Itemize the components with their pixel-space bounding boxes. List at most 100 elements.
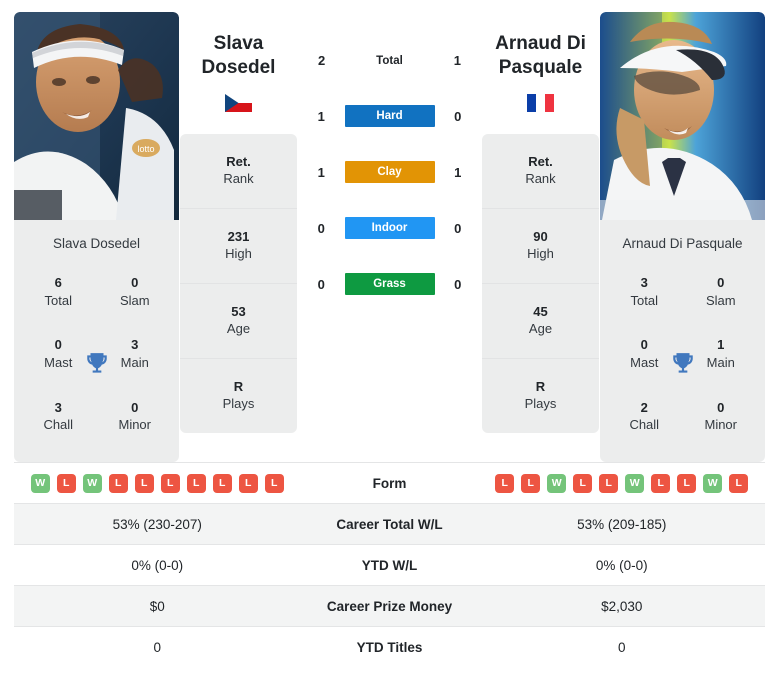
right-rank-value: Ret.	[528, 153, 553, 169]
right-age-label: Age	[528, 321, 553, 337]
left-career-prize-money: $0	[149, 598, 165, 614]
left-high-cell: 231 High	[180, 209, 297, 284]
right-form-badge-loss[interactable]: L	[599, 473, 619, 493]
right-form-badge-win[interactable]: W	[625, 473, 645, 493]
left-ytd-titles: 0	[153, 640, 161, 655]
right-player-name-line2[interactable]: Pasquale	[482, 56, 599, 80]
left-title-minor-value: 0	[131, 399, 139, 415]
h2h-total-label: Total	[376, 55, 403, 67]
right-title-minor-value: 0	[717, 399, 725, 415]
h2h-indoor-right: 0	[454, 220, 462, 236]
left-rank-label: Rank	[223, 171, 254, 187]
stat-label-ytd-wl: YTD W/L	[361, 557, 418, 573]
right-title-total: 3 Total	[606, 265, 683, 327]
right-player-name-line1[interactable]: Arnaud Di	[482, 32, 599, 56]
left-high-value: 231	[227, 228, 250, 244]
right-age-value: 45	[533, 303, 548, 319]
left-form-badge-loss[interactable]: L	[134, 473, 154, 493]
h2h-grass-mid: Grass	[344, 273, 435, 295]
right-form-badge-loss[interactable]: L	[677, 473, 697, 493]
right-high-value: 90	[533, 228, 548, 244]
right-form-badge-loss[interactable]: L	[573, 473, 593, 493]
stat-row-form: WLWLLLLLLL Form LLWLLWLLWL	[14, 463, 765, 504]
left-form-badge-loss[interactable]: L	[186, 473, 206, 493]
right-rank-card: Ret. Rank 90 High 45 Age R Plays	[482, 133, 599, 433]
left-player-photo[interactable]: lotto	[14, 12, 179, 220]
left-form-badge-loss[interactable]: L	[56, 473, 76, 493]
right-form-badge-loss[interactable]: L	[729, 473, 749, 493]
right-form-badge-loss[interactable]: L	[521, 473, 541, 493]
right-player-flag-wrap	[482, 92, 599, 114]
stat-label-career-prize-money: Career Prize Money	[326, 598, 453, 614]
left-plays-label: Plays	[222, 396, 255, 412]
h2h-hard-mid: Hard	[344, 105, 435, 127]
left-age-cell: 53 Age	[180, 284, 297, 359]
h2h-hard-right: 0	[454, 108, 462, 124]
h2h-indoor-left: 0	[317, 220, 325, 236]
surface-pill-grass[interactable]: Grass	[344, 273, 435, 295]
flag-czech-republic-icon	[225, 93, 252, 112]
left-title-total: 6 Total	[20, 265, 97, 327]
left-rank-cell: Ret. Rank	[180, 134, 297, 209]
right-title-slam-value: 0	[717, 275, 725, 290]
surface-pill-hard[interactable]: Hard	[344, 105, 435, 127]
left-career-total-wl: 53% (230-207)	[112, 516, 202, 532]
right-title-chall-label: Chall	[629, 417, 660, 433]
h2h-grass-left: 0	[317, 276, 325, 292]
left-plays-value: R	[233, 378, 244, 394]
left-rank-value: Ret.	[226, 153, 251, 169]
right-player-card: Arnaud Di Pasquale 3 Total 0 Slam 0 Mast	[600, 12, 765, 462]
right-rank-column: Arnaud Di Pasquale Ret. Rank 90 High 45 …	[482, 12, 599, 433]
left-form-badge-loss[interactable]: L	[212, 473, 232, 493]
left-player-heading: Slava Dosedel	[180, 12, 297, 114]
left-form-badge-loss[interactable]: L	[238, 473, 258, 493]
left-form-badge-loss[interactable]: L	[108, 473, 128, 493]
right-high-cell: 90 High	[482, 209, 599, 284]
left-high-label: High	[225, 246, 252, 262]
h2h-clay-right: 1	[454, 164, 462, 180]
left-title-chall-value: 3	[54, 399, 62, 415]
flag-france-icon	[527, 93, 554, 112]
left-form-badge-win[interactable]: W	[82, 473, 102, 493]
h2h-total-mid: Total	[345, 51, 434, 69]
left-title-total-value: 6	[54, 275, 62, 290]
right-player-heading: Arnaud Di Pasquale	[482, 12, 599, 114]
h2h-total-left: 2	[317, 52, 326, 68]
player-comparison-page: lotto Slava Dosedel 6 Total 0 Slam 0 Mas…	[0, 0, 779, 699]
h2h-indoor-mid: Indoor	[344, 217, 435, 239]
left-form-badge-loss[interactable]: L	[160, 473, 180, 493]
right-rank-label: Rank	[525, 171, 556, 187]
right-player-photo[interactable]	[600, 12, 765, 220]
right-form-badge-win[interactable]: W	[703, 473, 723, 493]
left-title-total-label: Total	[44, 292, 72, 308]
stat-label-ytd-titles: YTD Titles	[356, 640, 423, 655]
h2h-row-total: 2 Total 1	[298, 32, 481, 88]
right-ytd-titles: 0	[617, 640, 626, 655]
right-form-badge-loss[interactable]: L	[495, 473, 515, 493]
left-player-name-line1[interactable]: Slava	[180, 32, 297, 56]
right-title-slam: 0 Slam	[683, 265, 760, 327]
left-player-name-line2[interactable]: Dosedel	[180, 56, 297, 80]
stat-row-career-prize-money: $0 Career Prize Money $2,030	[14, 586, 765, 627]
left-age-label: Age	[226, 321, 251, 337]
right-title-slam-label: Slam	[705, 292, 736, 308]
right-plays-value: R	[535, 378, 546, 394]
surface-pill-indoor[interactable]: Indoor	[344, 217, 435, 239]
right-title-chall: 2 Chall	[606, 390, 683, 452]
h2h-clay-mid: Clay	[344, 161, 435, 183]
surface-pill-clay[interactable]: Clay	[344, 161, 435, 183]
stat-row-ytd-wl: 0% (0-0) YTD W/L 0% (0-0)	[14, 545, 765, 586]
right-titles-grid: 3 Total 0 Slam 0 Mast 1 Main 2 Chall 0 M…	[600, 265, 765, 462]
left-ytd-wl: 0% (0-0)	[131, 557, 184, 573]
right-plays-label: Plays	[524, 396, 557, 412]
left-title-chall-label: Chall	[43, 417, 74, 433]
left-form-badge-win[interactable]: W	[30, 473, 50, 493]
h2h-hard-left: 1	[317, 108, 325, 124]
h2h-total-right: 1	[453, 52, 461, 68]
left-form-badge-loss[interactable]: L	[264, 473, 284, 493]
left-player-column: lotto Slava Dosedel 6 Total 0 Slam 0 Mas…	[14, 12, 179, 462]
left-title-slam-value: 0	[131, 275, 139, 290]
right-form-badge-win[interactable]: W	[547, 473, 567, 493]
right-form-badge-loss[interactable]: L	[651, 473, 671, 493]
left-rank-column: Slava Dosedel Ret. Rank 231 High 53 Age …	[180, 12, 297, 433]
